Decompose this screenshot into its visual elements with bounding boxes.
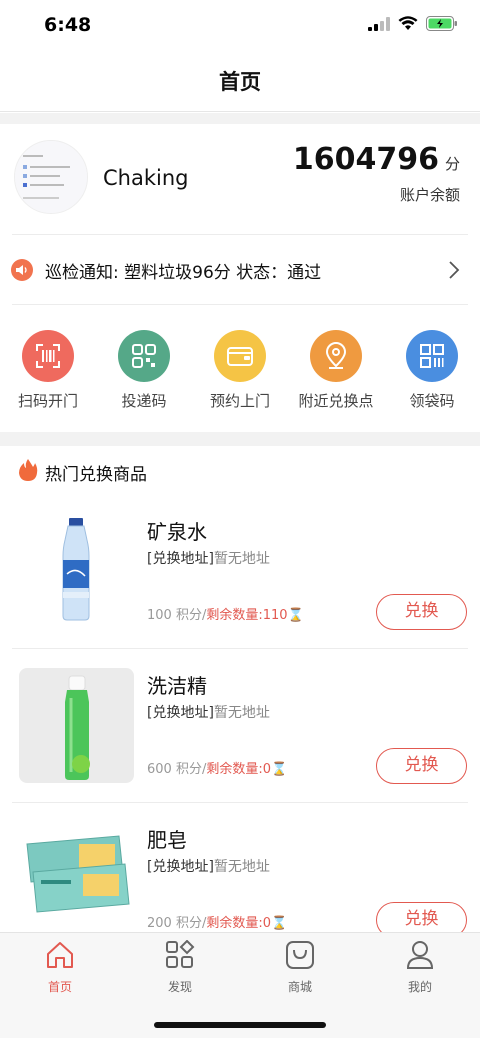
quick-action-label: 投递码 — [121, 392, 167, 410]
quick-action-nearby[interactable]: 附近兑换点 — [288, 330, 384, 411]
exchange-button[interactable]: 兑换 — [376, 748, 467, 784]
hourglass-icon: ⌛ — [270, 916, 288, 931]
product-name: 肥皂 — [147, 828, 187, 852]
section-gap — [0, 432, 480, 446]
product-name: 洗洁精 — [147, 674, 207, 698]
quick-action-label: 领袋码 — [409, 392, 455, 410]
scan-icon — [22, 330, 74, 382]
product-card: 矿泉水 [兑换地址]暂无地址 100 积分/剩余数量:110⌛ 兑换 — [0, 494, 480, 648]
balance-value: 1604796 — [292, 142, 439, 177]
product-image-soap — [19, 822, 134, 937]
hourglass-icon: ⌛ — [270, 762, 288, 777]
product-meta: 100 积分/剩余数量:110⌛ — [147, 604, 304, 623]
tab-home[interactable]: 首页 — [0, 940, 120, 995]
exchange-button[interactable]: 兑换 — [376, 594, 467, 630]
profile-icon — [406, 941, 434, 969]
hourglass-icon: ⌛ — [287, 608, 304, 623]
product-remaining: 剩余数量:110 — [206, 608, 288, 623]
divider — [12, 234, 468, 235]
product-points: 100 积分/ — [147, 608, 207, 623]
address-value: 暂无地址 — [213, 859, 270, 875]
product-image-detergent — [19, 668, 134, 783]
product-points: 200 积分/ — [147, 916, 207, 931]
avatar[interactable] — [14, 140, 88, 214]
chevron-right-icon[interactable] — [448, 260, 460, 280]
tab-profile[interactable]: 我的 — [360, 940, 480, 995]
page-title: 首页 — [219, 70, 261, 94]
product-meta: 600 积分/剩余数量:0⌛ — [147, 758, 287, 777]
username: Chaking — [103, 166, 189, 190]
product-meta: 200 积分/剩余数量:0⌛ — [147, 912, 287, 931]
home-icon — [47, 942, 73, 968]
tab-shop[interactable]: 商城 — [240, 940, 360, 995]
status-bar: 6:48 — [0, 0, 480, 52]
barcode-icon — [406, 330, 458, 382]
address-value: 暂无地址 — [213, 551, 270, 567]
section-title: 热门兑换商品 — [45, 465, 147, 485]
address-label: [兑换地址] — [147, 859, 214, 875]
wifi-icon — [398, 16, 418, 30]
home-indicator — [154, 1022, 326, 1028]
tab-label: 发现 — [167, 980, 192, 994]
tab-label: 首页 — [47, 980, 72, 994]
product-remaining: 剩余数量:0 — [206, 762, 271, 777]
speaker-icon — [11, 259, 33, 281]
product-remaining: 剩余数量:0 — [206, 916, 271, 931]
quick-action-bag-code[interactable]: 领袋码 — [384, 330, 480, 411]
notice-text: 巡检通知: 塑料垃圾96分 状态：通过 — [45, 263, 322, 283]
quick-action-scan-door[interactable]: 扫码开门 — [0, 330, 96, 411]
signal-icon — [368, 16, 390, 31]
address-label: [兑换地址] — [147, 551, 214, 567]
product-name: 矿泉水 — [147, 520, 207, 544]
address-value: 暂无地址 — [213, 705, 270, 721]
balance: 1604796 分 — [293, 142, 460, 177]
quick-action-delivery-code[interactable]: 投递码 — [96, 330, 192, 411]
product-address: [兑换地址]暂无地址 — [147, 856, 270, 876]
wallet-icon — [214, 330, 266, 382]
address-label: [兑换地址] — [147, 705, 214, 721]
discover-icon — [166, 939, 195, 968]
balance-unit: 分 — [444, 155, 460, 173]
status-icons — [368, 16, 458, 31]
location-icon — [310, 330, 362, 382]
product-points: 600 积分/ — [147, 762, 207, 777]
balance-label: 账户余额 — [399, 186, 460, 204]
product-card: 洗洁精 [兑换地址]暂无地址 600 积分/剩余数量:0⌛ 兑换 — [0, 648, 480, 802]
quick-action-label: 附近兑换点 — [298, 392, 374, 410]
section-gap — [0, 113, 480, 124]
quick-action-appointment[interactable]: 预约上门 — [192, 330, 288, 411]
divider — [12, 304, 468, 305]
quick-action-label: 预约上门 — [209, 392, 270, 410]
avatar-image — [15, 141, 87, 213]
quick-action-label: 扫码开门 — [17, 392, 78, 410]
product-image-water — [19, 508, 134, 623]
tab-label: 我的 — [407, 980, 432, 994]
nav-bar: 首页 — [0, 52, 480, 112]
qrcode-icon — [118, 330, 170, 382]
tab-label: 商城 — [287, 980, 312, 994]
shop-icon — [286, 941, 314, 969]
product-address: [兑换地址]暂无地址 — [147, 548, 270, 568]
flame-icon — [19, 459, 38, 481]
status-time: 6:48 — [44, 14, 92, 36]
battery-icon — [426, 16, 457, 31]
tab-discover[interactable]: 发现 — [120, 939, 240, 995]
product-address: [兑换地址]暂无地址 — [147, 702, 270, 722]
